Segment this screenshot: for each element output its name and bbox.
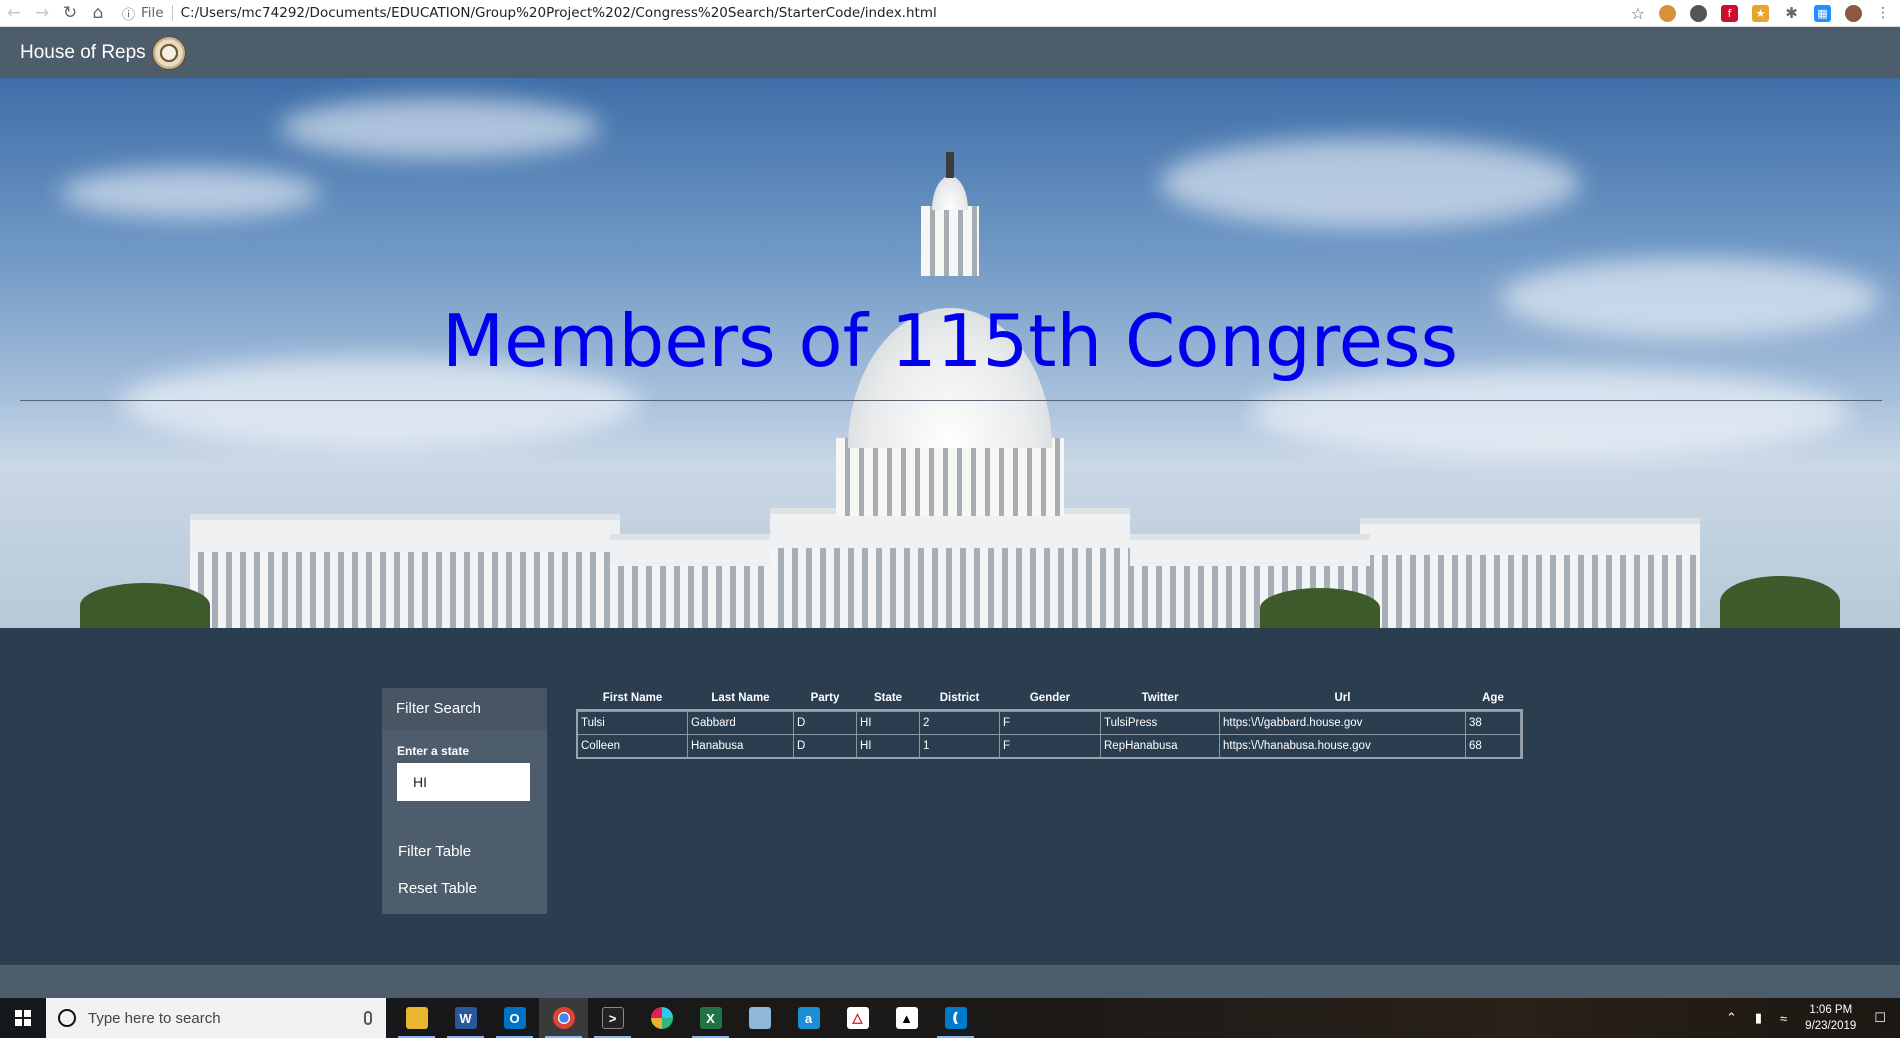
table-cell: https:\/\/hanabusa.house.gov: [1219, 733, 1466, 758]
flash-extension-icon[interactable]: f: [1721, 4, 1738, 22]
main-content: Filter Search Enter a state Filter Table…: [0, 628, 1900, 965]
house-seal-icon: [151, 35, 186, 70]
address-bar[interactable]: ⓘ File C:/Users/mc74292/Documents/EDUCAT…: [122, 2, 1572, 24]
column-header: District: [939, 691, 980, 704]
site-navbar: House of Reps: [0, 27, 1900, 78]
browser-toolbar: ← → ↻ ⌂ ⓘ File C:/Users/mc74292/Document…: [0, 0, 1900, 27]
wifi-icon[interactable]: ≈: [1780, 1011, 1787, 1026]
table-cell: Gabbard: [687, 710, 794, 735]
url-text[interactable]: C:/Users/mc74292/Documents/EDUCATION/Gro…: [181, 5, 937, 21]
table-cell: 38: [1465, 710, 1521, 735]
star-icon[interactable]: ☆: [1631, 4, 1645, 23]
brand-title[interactable]: House of Reps: [20, 42, 146, 64]
table-cell: https:\/\/gabbard.house.gov: [1219, 710, 1466, 735]
reload-icon[interactable]: ↻: [56, 0, 84, 27]
table-cell: F: [999, 733, 1101, 758]
members-table: First Name Last Name Party State Distric…: [575, 685, 1523, 759]
cloud-decoration: [60, 168, 320, 218]
reset-table-button[interactable]: Reset Table: [398, 880, 547, 897]
filter-panel: Filter Search Enter a state Filter Table…: [382, 688, 547, 914]
column-header: Last Name: [711, 691, 770, 704]
column-header: State: [873, 691, 903, 704]
cloud-decoration: [1160, 138, 1580, 228]
circle-extension-icon[interactable]: [1690, 4, 1707, 22]
battery-icon[interactable]: ▮: [1755, 1010, 1762, 1026]
column-header: Url: [1334, 691, 1351, 704]
clock-date: 9/23/2019: [1805, 1020, 1857, 1032]
column-header: First Name: [602, 691, 663, 704]
table-cell: F: [999, 710, 1101, 735]
table-cell: RepHanabusa: [1100, 733, 1220, 758]
acrobat-icon[interactable]: △: [833, 998, 882, 1038]
pinned-apps: W O > X a △ ▲ ❪: [392, 998, 980, 1038]
table-cell: Colleen: [577, 733, 688, 758]
table-cell: TulsiPress: [1100, 710, 1220, 735]
cortana-icon: [58, 1009, 76, 1027]
word-icon[interactable]: W: [441, 998, 490, 1038]
notes-extension-icon[interactable]: ★: [1752, 4, 1769, 22]
chevron-up-icon[interactable]: ⌃: [1726, 1010, 1737, 1026]
system-tray: ⌃ ▮ ≈ 1:06 PM 9/23/2019 ☐: [1726, 1002, 1900, 1034]
windows-extension-icon[interactable]: ▦: [1814, 4, 1831, 22]
amazon-icon[interactable]: a: [784, 998, 833, 1038]
excel-icon[interactable]: X: [686, 998, 735, 1038]
slack-icon[interactable]: [637, 998, 686, 1038]
vscode-icon[interactable]: ❪: [931, 998, 980, 1038]
table-cell: HI: [856, 710, 920, 735]
taskbar-search[interactable]: Type here to search: [46, 998, 386, 1038]
profile-avatar[interactable]: [1845, 4, 1862, 22]
table-cell: HI: [856, 733, 920, 758]
page-footer: [0, 965, 1900, 998]
protocol-label: File: [141, 5, 173, 21]
extensions-bar: ☆ f ★ ✱ ▦ ⋮: [1631, 4, 1900, 23]
clock[interactable]: 1:06 PM 9/23/2019: [1805, 1002, 1856, 1034]
windows-taskbar: Type here to search W O > X a △ ▲ ❪ ⌃ ▮ …: [0, 998, 1900, 1038]
table-cell: Hanabusa: [687, 733, 794, 758]
divider: [20, 400, 1882, 401]
notification-icon[interactable]: ☐: [1874, 1010, 1886, 1026]
back-icon[interactable]: ←: [0, 0, 28, 27]
forward-icon[interactable]: →: [28, 0, 56, 27]
cookie-extension-icon[interactable]: [1659, 4, 1676, 22]
notepad-icon[interactable]: [735, 998, 784, 1038]
state-input-label: Enter a state: [397, 744, 470, 758]
taskbar-search-placeholder: Type here to search: [88, 1009, 221, 1027]
filter-header: Filter Search: [382, 688, 547, 730]
clock-time: 1:06 PM: [1809, 1004, 1853, 1016]
table-header-row: First Name Last Name Party State Distric…: [578, 685, 1521, 711]
chrome-icon[interactable]: [539, 998, 588, 1038]
table-row: Tulsi Gabbard D HI 2 F TulsiPress https:…: [577, 710, 1521, 735]
table-cell: D: [793, 733, 857, 758]
start-button[interactable]: [0, 998, 46, 1038]
puzzle-extension-icon[interactable]: ✱: [1783, 4, 1800, 22]
table-cell: Tulsi: [577, 710, 688, 735]
column-header: Party: [810, 691, 840, 704]
filter-table-button[interactable]: Filter Table: [398, 843, 547, 860]
table-cell: 68: [1465, 733, 1521, 758]
terminal-icon[interactable]: >: [588, 998, 637, 1038]
microphone-icon[interactable]: [364, 1011, 372, 1025]
column-header: Twitter: [1141, 691, 1179, 704]
table-cell: D: [793, 710, 857, 735]
home-icon[interactable]: ⌂: [84, 0, 112, 27]
table-row: Colleen Hanabusa D HI 1 F RepHanabusa ht…: [577, 733, 1521, 758]
windows-logo-icon: [15, 1010, 31, 1026]
info-icon[interactable]: ⓘ: [122, 4, 135, 23]
file-explorer-icon[interactable]: [392, 998, 441, 1038]
table-cell: 1: [919, 733, 1000, 758]
column-header: Gender: [1029, 691, 1071, 704]
outlook-icon[interactable]: O: [490, 998, 539, 1038]
hero-banner: Members of 115th Congress: [0, 78, 1900, 628]
table-cell: 2: [919, 710, 1000, 735]
cloud-decoration: [280, 98, 600, 158]
column-header: Age: [1482, 691, 1504, 704]
state-input[interactable]: [397, 763, 530, 801]
photos-icon[interactable]: ▲: [882, 998, 931, 1038]
menu-icon[interactable]: ⋮: [1876, 5, 1890, 21]
page-title: Members of 115th Congress: [441, 299, 1458, 383]
